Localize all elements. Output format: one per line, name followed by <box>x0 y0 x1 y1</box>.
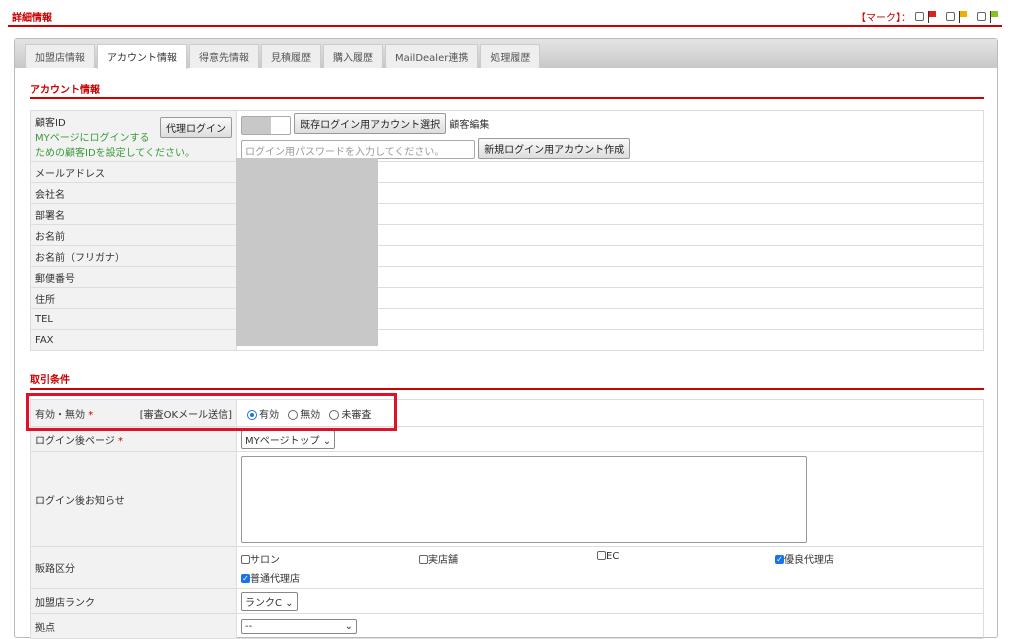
divider <box>30 388 984 390</box>
notice-label: ログイン後お知らせ <box>30 451 237 547</box>
tab-bar: 加盟店情報 アカウント情報 得意先情報 見積履歴 購入履歴 MailDealer… <box>15 39 997 69</box>
section-account-title: アカウント情報 <box>30 85 100 96</box>
chevron-down-icon: ⌄ <box>344 620 353 632</box>
channel-store[interactable]: 実店舗 <box>419 551 597 566</box>
mark-green-checkbox[interactable] <box>977 12 986 21</box>
tab-purchase-history[interactable]: 購入履歴 <box>323 44 383 68</box>
rank-select[interactable]: ランクC ⌄ <box>241 591 298 611</box>
tab-account-info[interactable]: アカウント情報 <box>97 44 187 69</box>
account-table: 代理ログイン 顧客ID MYページにログインする ための顧客IDを設定してくださ… <box>30 110 984 351</box>
divider <box>8 25 1002 27</box>
tab-process-history[interactable]: 処理履歴 <box>480 44 541 68</box>
redacted-block <box>236 158 378 346</box>
company-label: 会社名 <box>30 182 237 204</box>
rank-cell: ランクC ⌄ <box>236 588 984 614</box>
rank-label: 加盟店ランク <box>30 588 237 614</box>
login-page-select[interactable]: MYページトップ ⌄ <box>241 429 336 449</box>
checkbox-checked[interactable]: ✓ <box>775 555 784 564</box>
required-mark: * <box>118 435 123 447</box>
create-account-button[interactable]: 新規ログイン用アカウント作成 <box>478 137 631 159</box>
customer-id-input[interactable] <box>241 115 291 135</box>
marks-label: 【マーク】： <box>856 13 911 24</box>
green-flag-icon <box>990 10 998 23</box>
channel-regular-agent[interactable]: ✓普通代理店 <box>241 570 979 585</box>
customer-id-label-cell: 代理ログイン 顧客ID MYページにログインする ための顧客IDを設定してくださ… <box>30 110 237 162</box>
edit-customer-link[interactable]: 顧客編集 <box>449 120 489 131</box>
select-value: -- <box>245 620 253 632</box>
chevron-down-icon: ⌄ <box>285 597 294 609</box>
notice-textarea[interactable] <box>241 455 807 543</box>
checkbox[interactable] <box>419 555 428 564</box>
customer-id-value-cell: 既存ログイン用アカウント選択 顧客編集 ログイン用パスワードを入力してください。… <box>236 110 984 162</box>
base-label: 拠点 <box>30 613 237 639</box>
checkbox[interactable] <box>241 555 250 564</box>
address-label: 住所 <box>30 287 237 309</box>
tel-label: TEL <box>30 308 237 330</box>
base-select[interactable]: -- ⌄ <box>241 618 357 634</box>
tab-client-info[interactable]: 得意先情報 <box>189 44 259 68</box>
checkbox-label: 普通代理店 <box>250 573 300 585</box>
notice-cell <box>236 451 984 547</box>
base-cell: -- ⌄ <box>236 613 984 639</box>
fax-label: FAX <box>30 329 237 351</box>
customer-id-note: ための顧客IDを設定してください。 <box>35 147 196 159</box>
tab-maildealer[interactable]: MailDealer連携 <box>385 44 479 68</box>
tab-quote-history[interactable]: 見積履歴 <box>261 44 321 68</box>
mark-yellow-checkbox[interactable] <box>946 12 955 21</box>
channel-ec[interactable]: EC <box>597 551 775 566</box>
chevron-down-icon: ⌄ <box>322 435 332 447</box>
channel-premium-agent[interactable]: ✓優良代理店 <box>775 551 834 566</box>
department-label: 部署名 <box>30 203 237 225</box>
terms-table: 有効・無効 * [審査OKメール送信] 有効 無効 未審査 ログイン後ページ *… <box>30 399 984 639</box>
checkbox-label: 優良代理店 <box>784 554 834 566</box>
select-existing-account-button[interactable]: 既存ログイン用アカウント選択 <box>294 113 447 134</box>
postal-label: 郵便番号 <box>30 266 237 288</box>
checkbox-label: 実店舗 <box>428 554 458 566</box>
red-flag-icon <box>928 10 936 23</box>
divider <box>30 97 984 99</box>
channel-salon[interactable]: サロン <box>241 551 419 566</box>
name-label: お名前 <box>30 224 237 246</box>
checkbox-checked[interactable]: ✓ <box>241 574 250 583</box>
checkbox-label: サロン <box>250 554 280 566</box>
select-value: ランクC <box>245 597 282 609</box>
login-page-label: ログイン後ページ <box>35 435 115 447</box>
channel-label: 販路区分 <box>30 546 237 589</box>
proxy-login-button[interactable]: 代理ログイン <box>160 116 232 138</box>
highlight-box <box>26 393 397 431</box>
section-terms-title: 取引条件 <box>30 375 70 386</box>
page-title: 詳細情報 <box>12 13 52 24</box>
name-kana-label: お名前（フリガナ） <box>30 245 237 267</box>
tab-merchant-info[interactable]: 加盟店情報 <box>25 44 95 68</box>
password-input[interactable]: ログイン用パスワードを入力してください。 <box>241 140 475 159</box>
email-label: メールアドレス <box>30 161 237 183</box>
channel-cell: サロン 実店舗 EC ✓優良代理店 ✓普通代理店 <box>236 546 984 589</box>
mark-red-checkbox[interactable] <box>915 12 924 21</box>
checkbox-label: EC <box>606 550 620 562</box>
checkbox[interactable] <box>597 551 606 560</box>
yellow-flag-icon <box>959 10 967 23</box>
mark-flags: 【マーク】： <box>856 9 1004 24</box>
select-value: MYページトップ <box>245 435 320 447</box>
